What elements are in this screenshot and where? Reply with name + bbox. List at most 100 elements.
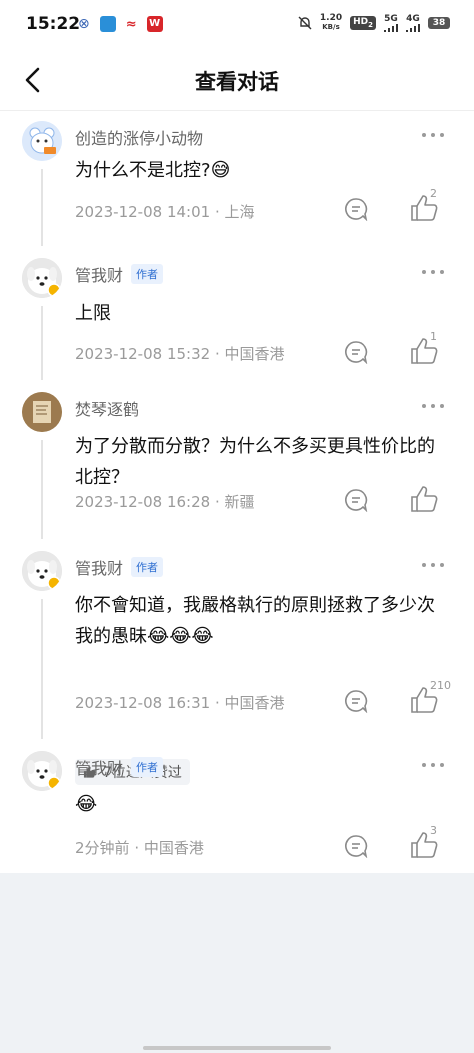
empty-footer-area	[0, 873, 474, 1053]
signal-4g-icon: 4G	[406, 14, 420, 32]
comment-location: 中国香港	[224, 694, 285, 712]
comment-text-line: 北控？	[75, 467, 129, 488]
user-name[interactable]: 管我财	[75, 755, 123, 779]
comment-item: 创造的涨停小动物 为什么不是北控?😅 2023-12-08 14:01 · 上海…	[0, 111, 474, 248]
author-badge: 作者	[131, 757, 164, 777]
more-options-button[interactable]	[422, 561, 444, 569]
comment-item: 管我财 作者 上限 2023-12-08 15:32 · 中国香港 1	[0, 248, 474, 382]
nav-bar: 查看对话	[0, 50, 474, 111]
comment-item: 焚琴逐鹤 为了分散而分散？为什么不多买更具性价比的 北控？	[0, 382, 474, 541]
like-button[interactable]	[410, 484, 440, 514]
more-options-button[interactable]	[422, 402, 444, 410]
signal-4g-label: 4G	[406, 14, 420, 24]
net-speed: 1.20 KB/s	[320, 14, 342, 32]
notification-icons: ⊗ ≈ W	[78, 16, 163, 32]
reply-button[interactable]	[344, 689, 368, 714]
hd-icon: HD2	[350, 16, 376, 30]
comment-text: 为了分散而分散？为什么不多买更具性价比的 北控？	[75, 431, 455, 493]
comment-meta: 2023-12-08 16:31 · 中国香港	[75, 692, 285, 713]
user-name[interactable]: 创造的涨停小动物	[75, 125, 203, 149]
comment-text-content: 为什么不是北控?	[75, 160, 211, 181]
comment-meta: 2023-12-08 16:28 · 新疆	[75, 491, 255, 512]
avatar[interactable]	[22, 392, 62, 432]
comment-text: 上限	[75, 303, 111, 324]
comment-icon	[345, 198, 368, 222]
app-notification-icon: ⊗	[78, 16, 90, 32]
comment-text-line: 我的愚昧😂😂😂	[75, 621, 455, 652]
app-notification-icon: ≈	[125, 16, 137, 32]
app-notification-icon	[99, 16, 116, 32]
user-name[interactable]: 焚琴逐鹤	[75, 396, 139, 420]
laughing-emoji: 😂😂😂	[147, 625, 214, 647]
comment-location: 上海	[224, 203, 255, 221]
user-row: 管我财 作者	[75, 755, 164, 779]
author-badge: 作者	[131, 557, 164, 577]
comment-meta: 2分钟前 · 中国香港	[75, 837, 204, 858]
comment-time: 2分钟前	[75, 839, 130, 857]
like-count: 2	[430, 187, 437, 200]
signal-5g-icon: 5G	[384, 14, 398, 32]
comment-text-line: 为了分散而分散？为什么不多买更具性价比的	[75, 436, 435, 457]
comment-icon	[345, 341, 368, 365]
comment-meta: 2023-12-08 14:01 · 上海	[75, 201, 255, 222]
hd-label: HD	[353, 17, 369, 28]
like-count: 1	[430, 330, 437, 343]
reply-button[interactable]	[344, 340, 368, 365]
user-row: 管我财 作者	[75, 262, 164, 286]
sweat-smile-emoji: 😅	[210, 159, 231, 181]
avatar-dog-icon	[22, 258, 62, 298]
author-badge: 作者	[131, 264, 164, 284]
comment-text: 为什么不是北控?😅	[75, 155, 455, 186]
more-options-button[interactable]	[422, 268, 444, 276]
signal-5g-label: 5G	[384, 14, 398, 24]
comment-meta: 2023-12-08 15:32 · 中国香港	[75, 343, 285, 364]
laughing-emoji: 😂	[75, 793, 98, 815]
avatar[interactable]	[22, 258, 62, 298]
user-name[interactable]: 管我财	[75, 262, 123, 286]
avatar[interactable]	[22, 751, 62, 791]
comment-text-line: 你不會知道，我嚴格執行的原則拯救了多少次	[75, 595, 435, 616]
comment-text: 😂	[75, 789, 455, 820]
comment-time: 2023-12-08 16:28	[75, 493, 211, 511]
comment-time: 2023-12-08 14:01	[75, 203, 211, 221]
comment-item: 管我财 作者 😂 2分钟前 · 中国香港 3	[0, 741, 474, 871]
comment-icon	[345, 835, 368, 859]
more-options-button[interactable]	[422, 131, 444, 139]
app-notification-icon: W	[146, 16, 163, 32]
more-options-button[interactable]	[422, 761, 444, 769]
meta-separator: ·	[210, 694, 225, 712]
net-speed-value: 1.20	[319, 13, 343, 23]
status-bar: 15:22 ⊗ ≈ W 1.20 KB/s HD2 5G 4G 38	[0, 0, 474, 50]
comment-text-line-part: 我的愚昧	[75, 626, 147, 647]
battery-icon: 38	[428, 17, 450, 29]
mute-icon	[298, 16, 312, 30]
comment-icon	[345, 489, 368, 513]
reply-button[interactable]	[344, 197, 368, 222]
page-title: 查看对话	[195, 70, 279, 94]
avatar-bear-icon	[22, 121, 62, 161]
user-row: 焚琴逐鹤	[75, 396, 139, 420]
like-count: 210	[430, 679, 451, 692]
thread-line	[41, 440, 43, 539]
reply-button[interactable]	[344, 488, 368, 513]
thread-line	[41, 599, 43, 739]
comment-icon	[345, 690, 368, 714]
hd-sub: 2	[368, 20, 373, 29]
system-status-icons: 1.20 KB/s HD2 5G 4G 38	[298, 14, 450, 32]
meta-separator: ·	[210, 203, 225, 221]
user-name[interactable]: 管我财	[75, 555, 123, 579]
reply-button[interactable]	[344, 834, 368, 859]
comment-location: 中国香港	[224, 345, 285, 363]
like-count: 3	[430, 824, 437, 837]
avatar[interactable]	[22, 121, 62, 161]
comment-location: 中国香港	[143, 839, 204, 857]
user-row: 创造的涨停小动物	[75, 125, 203, 149]
home-indicator[interactable]	[143, 1046, 331, 1050]
avatar[interactable]	[22, 551, 62, 591]
comment-time: 2023-12-08 16:31	[75, 694, 211, 712]
meta-separator: ·	[210, 493, 225, 511]
thread-line	[41, 169, 43, 246]
net-speed-unit: KB/s	[322, 23, 340, 31]
user-row: 管我财 作者	[75, 555, 164, 579]
status-time: 15:22	[26, 14, 81, 34]
